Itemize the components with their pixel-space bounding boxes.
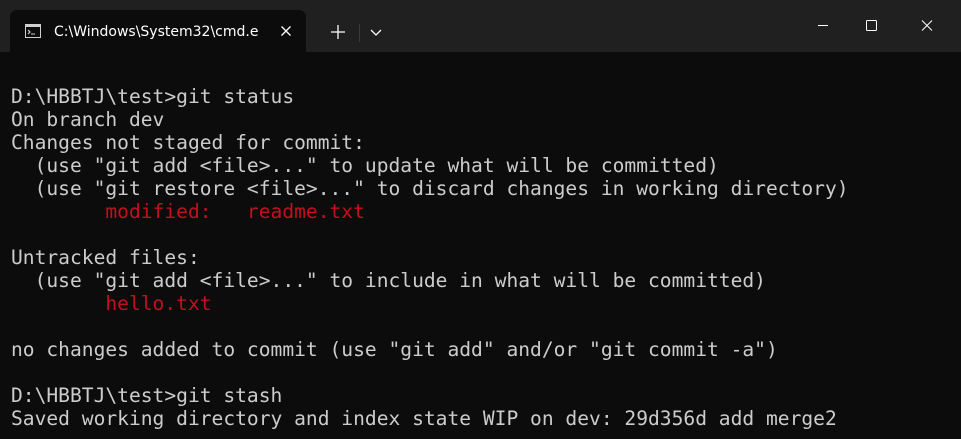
line-text: modified: readme.txt [105, 200, 365, 223]
terminal-line: Untracked files: [11, 246, 849, 269]
terminal-line: (use "git add <file>..." to update what … [11, 154, 849, 177]
line-text: no changes added to commit (use "git add… [11, 338, 778, 361]
line-text: hello.txt [105, 292, 212, 315]
terminal-line: Saved working directory and index state … [11, 407, 849, 430]
terminal-line: (use "git restore <file>..." to discard … [11, 177, 849, 200]
terminal-line: hello.txt [11, 292, 849, 315]
terminal-area[interactable]: D:\HBBTJ\test>git status On branch dev Cha… [0, 52, 961, 439]
tab-title: C:\Windows\System32\cmd.e [54, 24, 259, 40]
terminal-line: (use "git add <file>..." to include in w… [11, 269, 849, 292]
terminal-icon [25, 23, 41, 38]
terminal-line: modified: readme.txt [11, 200, 849, 223]
terminal-line: no changes added to commit (use "git add… [11, 338, 849, 361]
line-text: Changes not staged for commit: [11, 131, 365, 154]
line-text: D:\HBBTJ\test>git stash [11, 384, 283, 407]
title-bar[interactable]: C:\Windows\System32\cmd.e [0, 0, 961, 52]
minimize-button[interactable] [800, 0, 846, 52]
tab-dropdown-button[interactable] [362, 17, 390, 47]
terminal-line: On branch dev [11, 108, 849, 131]
terminal-output: D:\HBBTJ\test>git status On branch dev Cha… [11, 85, 849, 430]
terminal-window: C:\Windows\System32\cmd.e D:\HBBTJ\test>… [0, 0, 961, 439]
tab-cmd[interactable]: C:\Windows\System32\cmd.e [10, 10, 306, 52]
tab-close-button[interactable] [276, 21, 296, 41]
line-text: (use "git add <file>..." to include in w… [11, 269, 766, 292]
new-tab-button[interactable] [323, 17, 353, 47]
tab-divider [359, 24, 360, 42]
close-button[interactable] [904, 0, 950, 52]
terminal-line: D:\HBBTJ\test>git stash [11, 384, 849, 407]
maximize-button[interactable] [848, 0, 894, 52]
terminal-line: D:\HBBTJ\test>git status [11, 85, 849, 108]
line-text: Untracked files: [11, 246, 200, 269]
line-text: (use "git restore <file>..." to discard … [11, 177, 849, 200]
line-text: On branch dev [11, 108, 165, 131]
line-text: (use "git add <file>..." to update what … [11, 154, 719, 177]
line-text: Saved working directory and index state … [11, 407, 837, 430]
terminal-line: Changes not staged for commit: [11, 131, 849, 154]
line-text: D:\HBBTJ\test>git status [11, 85, 295, 108]
